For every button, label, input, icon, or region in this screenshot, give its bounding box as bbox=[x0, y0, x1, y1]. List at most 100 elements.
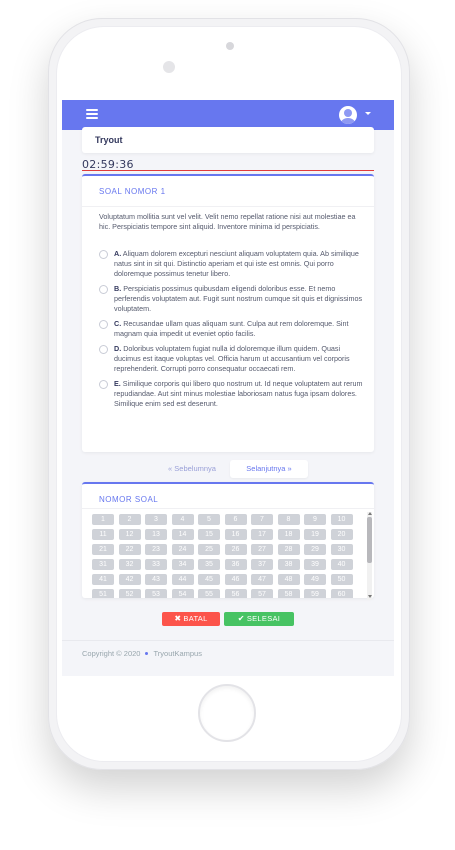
finish-button[interactable]: ✔ SELESAI bbox=[224, 612, 294, 626]
question-number-button[interactable]: 9 bbox=[304, 514, 326, 525]
question-number-button[interactable]: 48 bbox=[277, 574, 300, 585]
hamburger-menu-icon[interactable] bbox=[86, 109, 98, 119]
question-number-button[interactable]: 38 bbox=[277, 559, 300, 570]
scrollbar-thumb[interactable] bbox=[367, 517, 372, 563]
caret-down-icon[interactable] bbox=[365, 112, 371, 115]
footer-brand[interactable]: TryoutKampus bbox=[153, 649, 202, 658]
answer-option-e[interactable]: E. Similique corporis qui libero quo nos… bbox=[99, 379, 365, 409]
question-number-button[interactable]: 12 bbox=[118, 529, 141, 540]
radio-button[interactable] bbox=[99, 320, 108, 329]
question-number-button[interactable]: 37 bbox=[251, 559, 273, 570]
question-number-button[interactable]: 27 bbox=[251, 544, 273, 555]
timer-divider bbox=[82, 170, 374, 171]
question-number-button[interactable]: 10 bbox=[330, 514, 353, 525]
question-number-button[interactable]: 2 bbox=[118, 514, 141, 525]
answer-option-b[interactable]: B. Perspiciatis possimus quibusdam elige… bbox=[99, 284, 365, 314]
question-number-button[interactable]: 41 bbox=[92, 574, 114, 585]
scroll-down-icon[interactable] bbox=[367, 595, 372, 598]
radio-button[interactable] bbox=[99, 380, 108, 389]
question-number-button[interactable]: 60 bbox=[330, 589, 353, 598]
question-number-button[interactable]: 33 bbox=[145, 559, 167, 570]
option-key: E. bbox=[114, 379, 121, 388]
bullet-icon bbox=[145, 652, 149, 656]
radio-button[interactable] bbox=[99, 345, 108, 354]
answer-option-d[interactable]: D. Doloribus voluptatem fugiat nulla id … bbox=[99, 344, 365, 374]
check-icon: ✔ bbox=[237, 614, 245, 623]
question-number-button[interactable]: 57 bbox=[251, 589, 273, 598]
radio-button[interactable] bbox=[99, 285, 108, 294]
question-number-button[interactable]: 21 bbox=[92, 544, 114, 555]
question-number-button[interactable]: 31 bbox=[92, 559, 114, 570]
question-number-button[interactable]: 4 bbox=[171, 514, 194, 525]
question-number-button[interactable]: 32 bbox=[118, 559, 141, 570]
question-number-button[interactable]: 15 bbox=[198, 529, 220, 540]
question-number-button[interactable]: 23 bbox=[145, 544, 167, 555]
question-number-button[interactable]: 45 bbox=[198, 574, 220, 585]
question-number-button[interactable]: 35 bbox=[198, 559, 220, 570]
previous-button[interactable]: « Sebelumnya bbox=[142, 460, 242, 478]
question-number-button[interactable]: 50 bbox=[330, 574, 353, 585]
option-body: C. Recusandae ullam quas aliquam sunt. C… bbox=[114, 319, 365, 339]
question-number-button[interactable]: 3 bbox=[145, 514, 167, 525]
scroll-up-icon[interactable] bbox=[367, 512, 372, 515]
option-text: Perspiciatis possimus quibusdam eligendi… bbox=[114, 284, 363, 313]
card-divider bbox=[82, 508, 374, 509]
question-number-button[interactable]: 54 bbox=[171, 589, 194, 598]
question-number-button[interactable]: 36 bbox=[224, 559, 247, 570]
number-grid-viewport[interactable]: 1 2 3 4 5 6 7 8 9 10 11 12 13 14 15 16 17 18 19 20 21 22 23 24 2… bbox=[92, 514, 364, 598]
question-number-button[interactable]: 56 bbox=[224, 589, 247, 598]
question-number-button[interactable]: 59 bbox=[304, 589, 326, 598]
question-number-button[interactable]: 1 bbox=[92, 514, 114, 525]
question-number-button[interactable]: 43 bbox=[145, 574, 167, 585]
question-number-button[interactable]: 55 bbox=[198, 589, 220, 598]
question-number-button[interactable]: 51 bbox=[92, 589, 114, 598]
question-number-button[interactable]: 20 bbox=[330, 529, 353, 540]
question-number-button[interactable]: 25 bbox=[198, 544, 220, 555]
question-number-button[interactable]: 17 bbox=[251, 529, 273, 540]
question-number-button[interactable]: 18 bbox=[277, 529, 300, 540]
question-number-button[interactable]: 11 bbox=[92, 529, 114, 540]
question-number-button[interactable]: 53 bbox=[145, 589, 167, 598]
question-number-button[interactable]: 44 bbox=[171, 574, 194, 585]
question-number-button[interactable]: 52 bbox=[118, 589, 141, 598]
cancel-label: BATAL bbox=[183, 614, 208, 623]
question-number-button[interactable]: 58 bbox=[277, 589, 300, 598]
question-number-button[interactable]: 7 bbox=[251, 514, 273, 525]
question-number-button[interactable]: 40 bbox=[330, 559, 353, 570]
question-card: SOAL NOMOR 1 Voluptatum mollitia sunt ve… bbox=[82, 174, 374, 452]
top-navbar bbox=[62, 100, 394, 130]
answer-option-a[interactable]: A. Aliquam dolorem excepturi nesciunt al… bbox=[99, 249, 365, 279]
question-number-button[interactable]: 6 bbox=[224, 514, 247, 525]
question-heading: SOAL NOMOR 1 bbox=[99, 187, 166, 196]
cancel-button[interactable]: ✖ BATAL bbox=[162, 612, 220, 626]
option-text: Similique corporis qui libero quo nostru… bbox=[114, 379, 363, 408]
question-number-button[interactable]: 13 bbox=[145, 529, 167, 540]
question-number-card: NOMOR SOAL 1 2 3 4 5 6 7 8 9 10 11 12 13 14 15 16 17 18 19… bbox=[82, 482, 374, 600]
question-number-button[interactable]: 22 bbox=[118, 544, 141, 555]
question-number-button[interactable]: 42 bbox=[118, 574, 141, 585]
option-key: D. bbox=[114, 344, 122, 353]
user-avatar-icon[interactable] bbox=[339, 106, 357, 124]
question-number-button[interactable]: 47 bbox=[251, 574, 273, 585]
question-number-button[interactable]: 29 bbox=[304, 544, 326, 555]
option-key: B. bbox=[114, 284, 122, 293]
option-key: C. bbox=[114, 319, 122, 328]
question-number-button[interactable]: 26 bbox=[224, 544, 247, 555]
question-number-button[interactable]: 24 bbox=[171, 544, 194, 555]
radio-button[interactable] bbox=[99, 250, 108, 259]
question-number-button[interactable]: 19 bbox=[304, 529, 326, 540]
question-number-button[interactable]: 49 bbox=[304, 574, 326, 585]
question-number-button[interactable]: 14 bbox=[171, 529, 194, 540]
question-number-button[interactable]: 46 bbox=[224, 574, 247, 585]
answer-option-c[interactable]: C. Recusandae ullam quas aliquam sunt. C… bbox=[99, 319, 365, 339]
footer: Copyright © 2020 TryoutKampus bbox=[82, 649, 202, 658]
question-number-button[interactable]: 5 bbox=[198, 514, 220, 525]
next-button[interactable]: Selanjutnya » bbox=[230, 460, 308, 478]
question-number-button[interactable]: 28 bbox=[277, 544, 300, 555]
question-number-button[interactable]: 16 bbox=[224, 529, 247, 540]
question-number-button[interactable]: 34 bbox=[171, 559, 194, 570]
card-divider bbox=[82, 206, 374, 207]
question-number-button[interactable]: 39 bbox=[304, 559, 326, 570]
question-number-button[interactable]: 30 bbox=[330, 544, 353, 555]
question-number-button[interactable]: 8 bbox=[277, 514, 300, 525]
